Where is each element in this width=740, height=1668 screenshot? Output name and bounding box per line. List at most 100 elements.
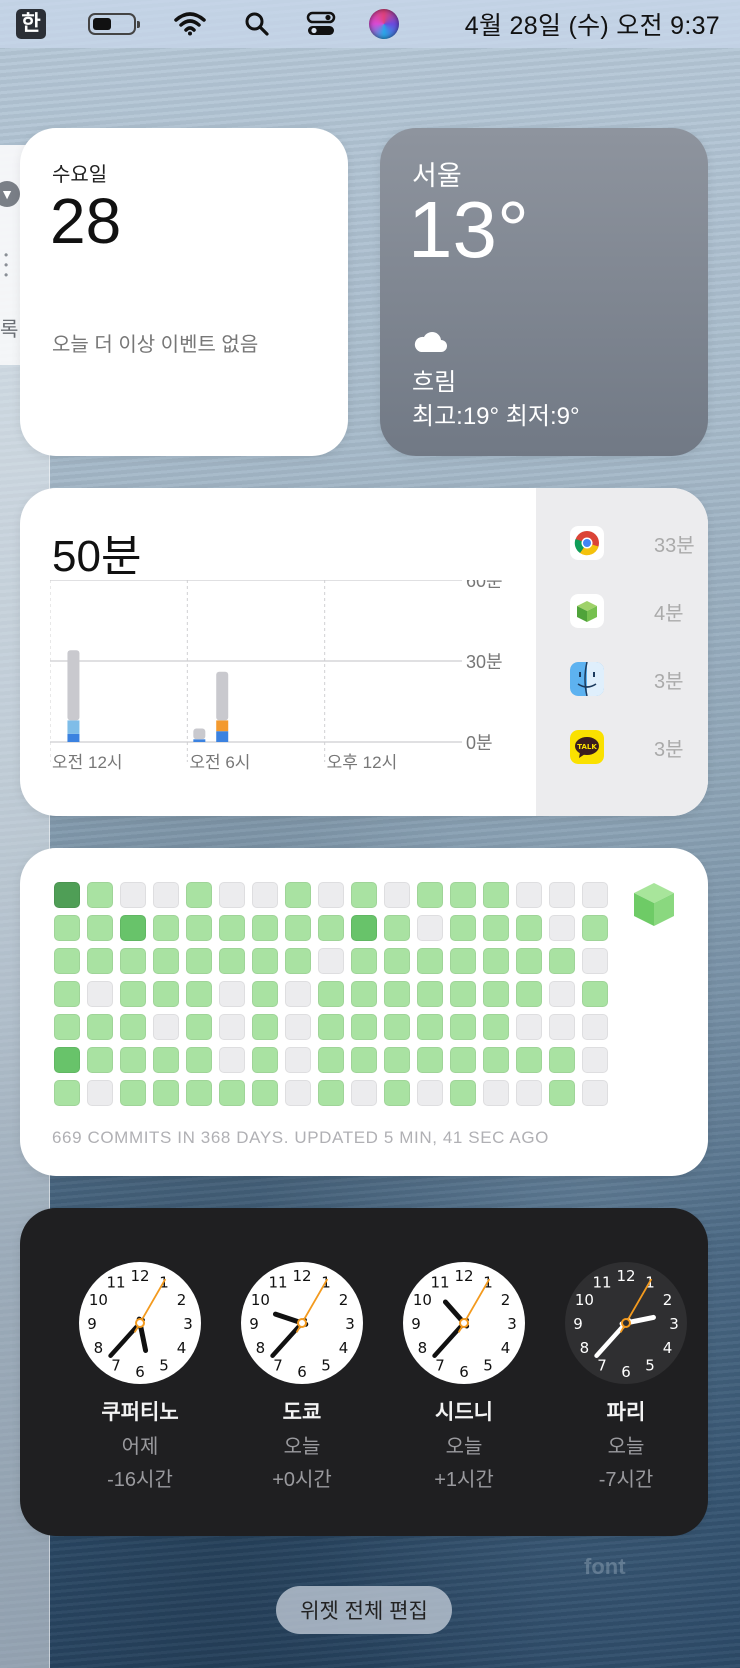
control-center-button[interactable]	[304, 0, 338, 48]
contribution-day-cell	[186, 1047, 212, 1073]
world-clock-item[interactable]: 123456789101112 도쿄 오늘 +0시간	[222, 1260, 382, 1492]
contribution-day-cell	[219, 1014, 245, 1040]
contribution-day-cell	[351, 981, 377, 1007]
contribution-day-cell	[285, 1080, 311, 1106]
contribution-day-cell	[120, 1080, 146, 1106]
contribution-day-cell	[87, 1080, 113, 1106]
world-clock-widget[interactable]: 123456789101112 쿠퍼티노 어제 -16시간 1234567891…	[20, 1208, 708, 1536]
clock-numeral: 3	[669, 1315, 679, 1333]
contribution-grid	[54, 882, 608, 1106]
clock-numeral: 12	[130, 1267, 149, 1285]
contribution-day-cell	[516, 948, 542, 974]
contribution-day-cell	[450, 948, 476, 974]
app-usage-value: 3분	[654, 738, 684, 761]
chart-bar-segment	[216, 671, 229, 721]
edit-widgets-button[interactable]: 위젯 전체 편집	[276, 1586, 452, 1634]
weather-temperature: 13°	[408, 185, 529, 274]
contribution-day-cell	[384, 915, 410, 941]
clock-day: 오늘	[445, 1436, 483, 1458]
spotlight-button[interactable]	[242, 0, 272, 48]
contribution-day-cell	[384, 948, 410, 974]
chart-y-tick: 60분	[466, 580, 503, 591]
app-usage-finder[interactable]: 3분	[570, 662, 684, 696]
clock-numeral: 6	[459, 1363, 469, 1381]
world-clock-item[interactable]: 123456789101112 시드니 오늘 +1시간	[384, 1260, 544, 1492]
contribution-day-cell	[153, 882, 179, 908]
contribution-day-cell	[318, 882, 344, 908]
weather-widget[interactable]: 서울 13° 흐림 최고:19° 최저:9°	[380, 128, 708, 456]
clock-offset: -7시간	[598, 1469, 654, 1491]
contribution-day-cell	[417, 915, 443, 941]
control-center-icon	[306, 11, 336, 35]
clock-numeral: 5	[483, 1357, 493, 1375]
contribution-day-cell	[153, 915, 179, 941]
contribution-day-cell	[318, 948, 344, 974]
contribution-day-cell	[582, 915, 608, 941]
contribution-day-cell	[120, 948, 146, 974]
cube-app-icon	[570, 594, 604, 628]
calendar-widget[interactable]: 수요일 28 오늘 더 이상 이벤트 없음	[20, 128, 348, 456]
clock-city: 쿠퍼티노	[101, 1401, 179, 1424]
contributions-summary: 669 COMMITS IN 368 DAYS. UPDATED 5 MIN, …	[52, 1128, 550, 1147]
contribution-day-cell	[384, 1080, 410, 1106]
chart-x-tick: 오후 12시	[327, 753, 398, 772]
contribution-day-cell	[450, 1080, 476, 1106]
contribution-day-cell	[153, 948, 179, 974]
clock-numeral: 7	[435, 1357, 445, 1375]
menu-bar-clock[interactable]: 4월 28일 (수) 오전 9:37	[430, 0, 720, 48]
siri-button[interactable]	[368, 0, 400, 48]
contribution-day-cell	[54, 915, 80, 941]
clock-numeral: 5	[645, 1357, 655, 1375]
screen-time-widget[interactable]: 50분 60분 30분 0분 오전 12시 오전 6시 오후 12시 33분 4분	[20, 488, 708, 816]
contribution-day-cell	[87, 882, 113, 908]
contribution-day-cell	[120, 1047, 146, 1073]
contribution-day-cell	[285, 882, 311, 908]
analog-clock-icon: 123456789101112	[79, 1262, 201, 1384]
clock-numeral: 11	[592, 1273, 611, 1291]
app-usage-kakaotalk[interactable]: TALK 3분	[570, 730, 684, 764]
world-clock-item[interactable]: 123456789101112 파리 오늘 -7시간	[546, 1260, 706, 1492]
clock-offset: -16시간	[107, 1469, 173, 1491]
contribution-day-cell	[582, 1080, 608, 1106]
app-usage-chrome[interactable]: 33분	[570, 526, 695, 560]
clock-center	[621, 1318, 631, 1328]
contribution-day-cell	[186, 915, 212, 941]
contribution-day-cell	[516, 915, 542, 941]
background-window-text: 록	[0, 319, 19, 341]
clock-day: 오늘	[283, 1436, 321, 1458]
wallpaper-watermark: font	[584, 1554, 626, 1579]
clock-numeral: 8	[580, 1339, 590, 1357]
contribution-day-cell	[87, 915, 113, 941]
contribution-day-cell	[483, 948, 509, 974]
input-source-menu[interactable]: 한	[16, 0, 46, 48]
contribution-day-cell	[318, 1014, 344, 1040]
contribution-day-cell	[54, 882, 80, 908]
wifi-menu[interactable]	[172, 0, 208, 48]
contribution-day-cell	[549, 948, 575, 974]
contribution-day-cell	[483, 981, 509, 1007]
contribution-day-cell	[516, 1047, 542, 1073]
calendar-weekday: 수요일	[52, 164, 108, 186]
contribution-day-cell	[516, 1080, 542, 1106]
clock-numeral: 3	[183, 1315, 193, 1333]
chrome-icon	[570, 526, 604, 560]
contribution-day-cell	[516, 1014, 542, 1040]
contribution-day-cell	[516, 981, 542, 1007]
battery-menu[interactable]	[86, 0, 140, 48]
weather-condition: 흐림	[412, 369, 457, 396]
clock-numeral: 9	[411, 1315, 421, 1333]
chart-bar-segment	[67, 650, 80, 721]
drag-handle-icon: • • •	[4, 248, 9, 282]
clock-numeral: 12	[454, 1267, 473, 1285]
world-clock-item[interactable]: 123456789101112 쿠퍼티노 어제 -16시간	[60, 1260, 220, 1492]
contribution-day-cell	[54, 948, 80, 974]
contribution-day-cell	[285, 915, 311, 941]
chart-x-tick: 오전 6시	[189, 753, 250, 772]
clock-numeral: 6	[621, 1363, 631, 1381]
github-contributions-widget[interactable]: 669 COMMITS IN 368 DAYS. UPDATED 5 MIN, …	[20, 848, 708, 1176]
app-usage-value: 3분	[654, 670, 684, 693]
app-usage-cube-app[interactable]: 4분	[570, 594, 684, 628]
clock-day: 어제	[121, 1436, 159, 1458]
contribution-day-cell	[318, 981, 344, 1007]
battery-icon	[88, 13, 140, 35]
